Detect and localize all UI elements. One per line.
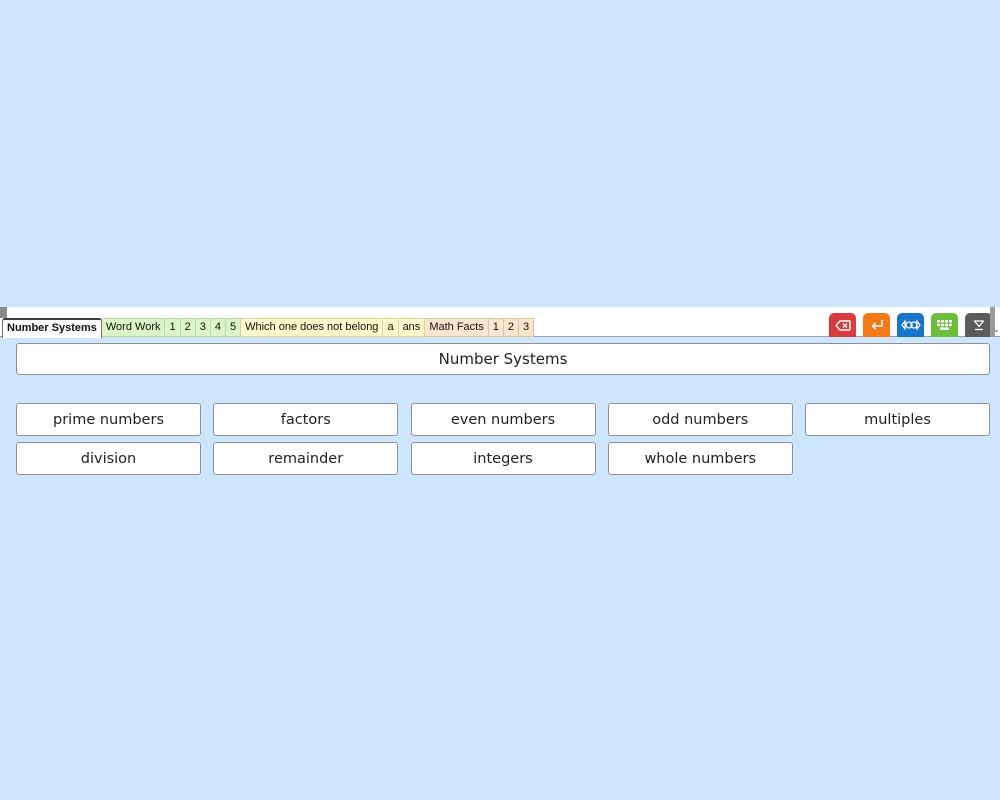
word-grid: prime numbers factors even numbers odd n…	[16, 403, 990, 475]
collapse-icon	[973, 320, 984, 331]
tab-word-work[interactable]: Word Work	[101, 318, 166, 337]
keyboard-icon	[936, 320, 952, 330]
tab-math-facts-2[interactable]: 2	[503, 318, 519, 337]
word-button-even-numbers[interactable]: even numbers	[410, 403, 596, 436]
keyboard-button[interactable]	[931, 313, 958, 337]
tab-word-work-4[interactable]: 4	[210, 318, 226, 337]
tab-which-one-ans[interactable]: ans	[398, 318, 426, 337]
toolbar: Number Systems Word Work 1 2 3 4 5 Which…	[0, 307, 1000, 338]
toolbar-resize-handle-left[interactable]	[0, 307, 7, 318]
enter-button[interactable]	[863, 313, 890, 337]
speak-button[interactable]	[897, 313, 924, 337]
tab-which-one-does-not-belong[interactable]: Which one does not belong	[241, 318, 384, 337]
speak-icon	[900, 319, 921, 331]
toolbar-icons	[829, 313, 992, 337]
tab-which-one-a[interactable]: a	[383, 318, 399, 337]
word-button-odd-numbers[interactable]: odd numbers	[607, 403, 793, 436]
tab-word-work-2[interactable]: 2	[180, 318, 196, 337]
word-button-integers[interactable]: integers	[410, 442, 596, 475]
backspace-icon	[834, 319, 851, 331]
word-button-factors[interactable]: factors	[213, 403, 399, 436]
collapse-button[interactable]	[965, 313, 992, 337]
tab-math-facts-1[interactable]: 1	[488, 318, 504, 337]
tab-word-work-3[interactable]: 3	[195, 318, 211, 337]
tab-bar: Number Systems Word Work 1 2 3 4 5 Which…	[2, 318, 535, 338]
word-button-whole-numbers[interactable]: whole numbers	[607, 442, 793, 475]
chevron-down-icon[interactable]: ⌄	[992, 325, 1000, 335]
word-button-prime-numbers[interactable]: prime numbers	[16, 403, 201, 436]
tab-math-facts[interactable]: Math Facts	[425, 318, 489, 337]
tab-math-facts-3[interactable]: 3	[518, 318, 535, 337]
word-button-division[interactable]: division	[16, 442, 201, 475]
tab-number-systems[interactable]: Number Systems	[2, 318, 102, 338]
tab-word-work-1[interactable]: 1	[165, 318, 181, 337]
backspace-button[interactable]	[829, 313, 856, 337]
enter-icon	[870, 320, 883, 330]
page-title: Number Systems	[16, 343, 990, 375]
word-button-remainder[interactable]: remainder	[213, 442, 399, 475]
word-button-multiples[interactable]: multiples	[805, 403, 990, 436]
tab-word-work-5[interactable]: 5	[225, 318, 242, 337]
